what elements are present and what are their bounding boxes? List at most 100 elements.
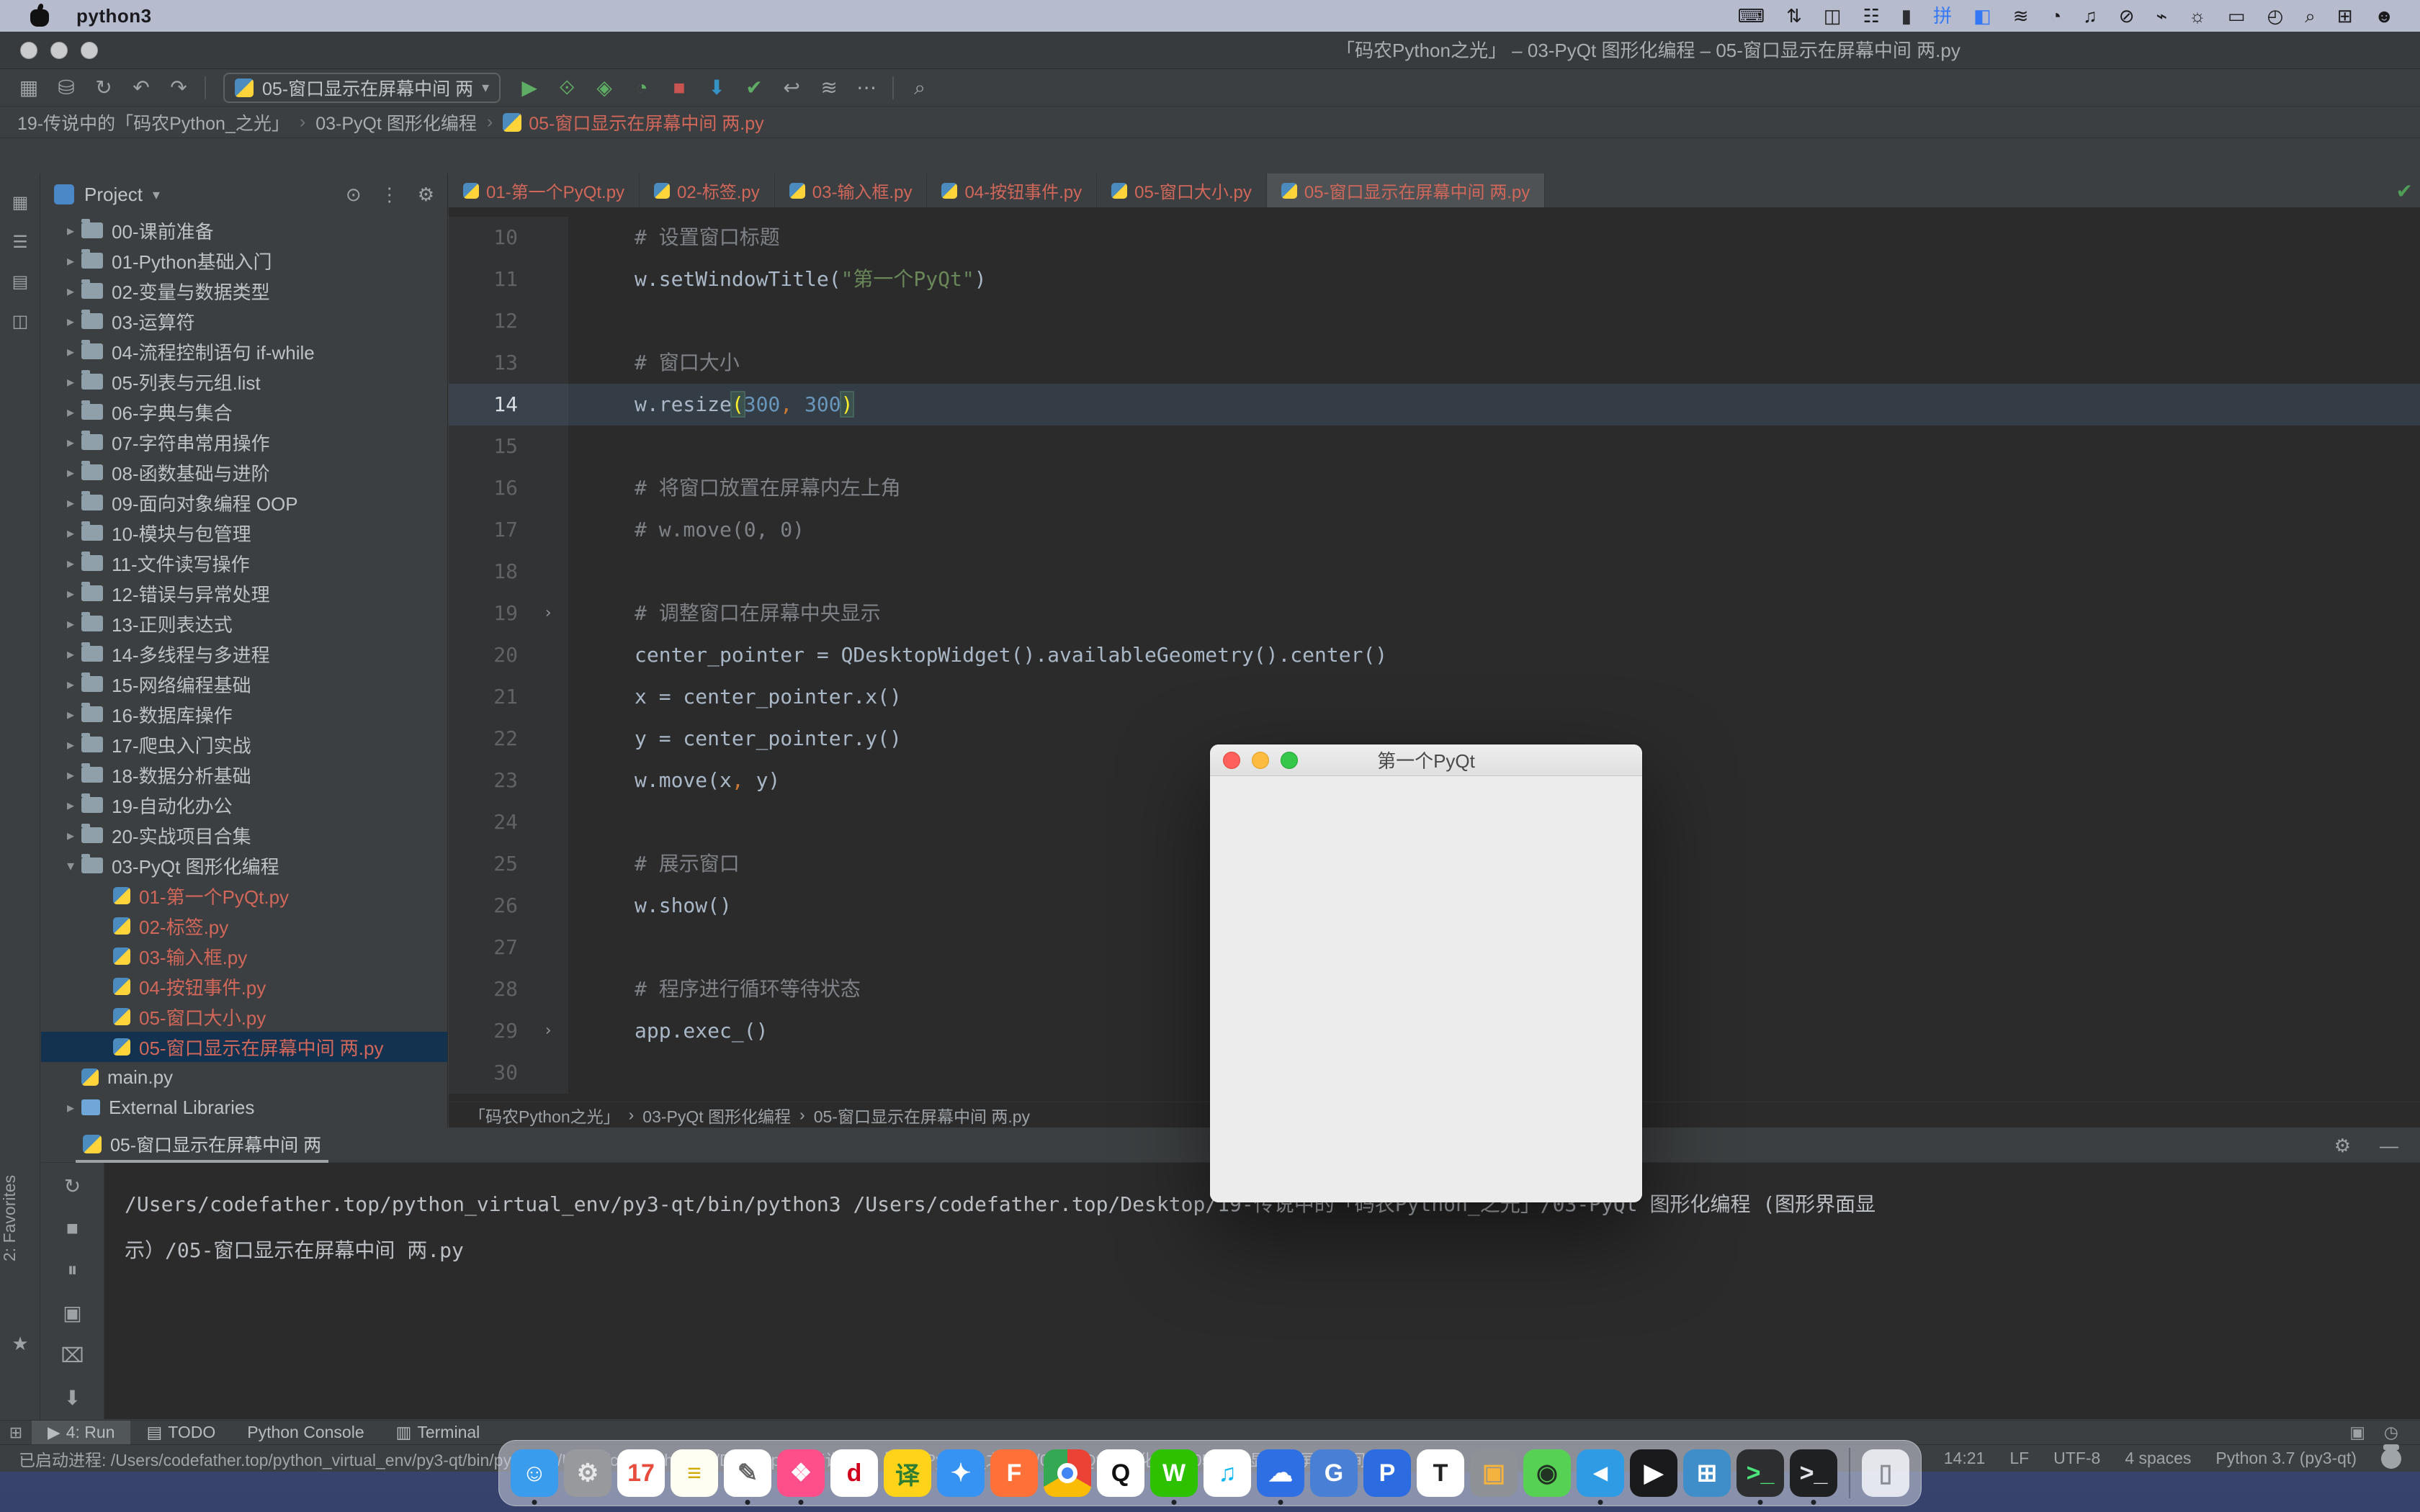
tree-item[interactable]: 04-按钮事件.py <box>41 971 447 1002</box>
dock-icon-utility-app[interactable]: ▣ <box>1470 1449 1518 1497</box>
stats-icon[interactable]: ≋ <box>2013 0 2029 32</box>
breadcrumb-segment[interactable]: 03-PyQt 图形化编程 <box>315 109 477 135</box>
run-tab[interactable]: 05-窗口显示在屏幕中间 两 <box>76 1128 328 1163</box>
breadcrumb-current-file[interactable]: 05-窗口显示在屏幕中间 两.py <box>503 109 763 135</box>
code-line[interactable]: 13# 窗口大小 <box>449 342 2420 384</box>
favorites-star-icon[interactable]: ★ <box>0 1333 40 1355</box>
tool-window-button[interactable]: Python Console <box>231 1421 380 1445</box>
tree-item[interactable]: ▸07-字符串常用操作 <box>41 427 447 457</box>
tree-item[interactable]: ▸10-模块与包管理 <box>41 518 447 548</box>
tree-item[interactable]: 05-窗口显示在屏幕中间 两.py <box>41 1032 447 1062</box>
code-line[interactable]: 15 <box>449 426 2420 467</box>
chevron-down-icon[interactable]: ▾ <box>153 186 160 204</box>
dock-icon-youdao-dict[interactable]: 译 <box>884 1449 931 1497</box>
dock-icon-vscode[interactable]: ◄ <box>1577 1449 1624 1497</box>
fold-marker[interactable]: › <box>528 1010 568 1052</box>
dock-icon-finder[interactable]: ☺ <box>511 1449 558 1497</box>
user-icon[interactable]: ☻ <box>2375 0 2394 32</box>
commit-button[interactable]: ✔ <box>735 70 773 106</box>
tree-item[interactable]: ▸09-面向对象编程 OOP <box>41 487 447 518</box>
tool-window-switcher-icon[interactable]: ⊞ <box>0 1423 32 1442</box>
display-icon[interactable]: ◫ <box>1824 0 1842 32</box>
tool-window-button[interactable]: ▤TODO <box>130 1421 231 1445</box>
update-project-button[interactable]: ⬇ <box>698 70 735 106</box>
tree-item[interactable]: ▸05-列表与元组.list <box>41 366 447 397</box>
breadcrumb-segment[interactable]: 19-传说中的「码农Python_之光」 <box>17 109 290 135</box>
favorites-tool-button[interactable]: 2: Favorites <box>0 1125 40 1312</box>
chevron-icon[interactable]: ▸ <box>60 645 81 663</box>
chevron-icon[interactable]: ▸ <box>60 796 81 814</box>
tree-item[interactable]: 01-第一个PyQt.py <box>41 881 447 911</box>
chevron-icon[interactable]: ▸ <box>60 222 81 240</box>
music-icon[interactable]: ♫ <box>2083 0 2097 32</box>
zoom-window-button[interactable] <box>81 42 98 59</box>
tree-item[interactable]: ▸External Libraries <box>41 1092 447 1122</box>
clock-icon[interactable]: ◴ <box>2267 0 2284 32</box>
inspection-ok-icon[interactable]: ✔ <box>2396 179 2413 203</box>
hide-panel-icon[interactable]: — <box>2380 1128 2398 1163</box>
bluetooth-icon[interactable]: ⌁ <box>2156 0 2168 32</box>
tool-window-button[interactable]: ▶4: Run <box>32 1421 130 1445</box>
battery-icon[interactable]: ▭ <box>2228 0 2246 32</box>
project-tool-icon[interactable]: ▦ <box>0 192 40 213</box>
structure-tool-icon[interactable]: ☰ <box>0 232 40 253</box>
tree-item[interactable]: 05-窗口大小.py <box>41 1002 447 1032</box>
sync-icon[interactable]: ⇅ <box>1786 0 1802 32</box>
rerun-icon[interactable]: ↻ <box>64 1174 81 1198</box>
control-center-icon[interactable]: ⊞ <box>2337 0 2353 32</box>
dock-icon-firefox[interactable]: F <box>990 1449 1038 1497</box>
search-icon[interactable]: ⌕ <box>2305 0 2316 32</box>
tree-item[interactable]: ▸18-数据分析基础 <box>41 760 447 790</box>
coverage-button[interactable]: ◈ <box>586 70 623 106</box>
code-line[interactable]: 14w.resize(300, 300) <box>449 384 2420 426</box>
code-line[interactable]: 11w.setWindowTitle("第一个PyQt") <box>449 258 2420 300</box>
recording-icon[interactable]: ▮ <box>1901 0 1912 32</box>
locate-file-icon[interactable]: ⊙ <box>346 184 362 206</box>
chevron-icon[interactable]: ▸ <box>60 675 81 693</box>
dock-icon-notes[interactable]: ≡ <box>671 1449 718 1497</box>
commit-tool-icon[interactable]: ◫ <box>0 311 40 332</box>
code-line[interactable]: 18 <box>449 551 2420 593</box>
dock-icon-chrome[interactable] <box>1044 1449 1091 1497</box>
dock-icon-qq[interactable]: Q <box>1097 1449 1144 1497</box>
cleaner-icon[interactable]: ◔ <box>2051 0 2062 32</box>
diff-button[interactable]: ≋ <box>810 70 848 106</box>
open-icon[interactable]: ▦ <box>10 70 48 106</box>
pyqt-titlebar[interactable]: 第一个PyQt <box>1210 744 1642 776</box>
tree-item[interactable]: ▸04-流程控制语句 if-while <box>41 336 447 366</box>
dock-icon-github-desktop[interactable]: G <box>1310 1449 1358 1497</box>
chevron-icon[interactable]: ▸ <box>60 524 81 542</box>
chevron-icon[interactable]: ▸ <box>60 464 81 482</box>
status-widget[interactable]: Python 3.7 (py3-qt) <box>2215 1449 2357 1468</box>
editor-tab[interactable]: 01-第一个PyQt.py <box>449 174 640 207</box>
status-widget[interactable]: LF <box>2009 1449 2029 1468</box>
breadcrumb-segment[interactable]: 03-PyQt 图形化编程 <box>642 1103 791 1128</box>
chevron-icon[interactable]: ▸ <box>60 403 81 421</box>
code-line[interactable]: 16# 将窗口放置在屏幕内左上角 <box>449 467 2420 509</box>
dock-icon-iina[interactable]: ▶ <box>1630 1449 1677 1497</box>
chevron-icon[interactable]: ▸ <box>60 252 81 270</box>
status-widget[interactable]: UTF-8 <box>2053 1449 2100 1468</box>
tree-item[interactable]: ▸12-错误与异常处理 <box>41 578 447 608</box>
clear-output-icon[interactable]: ⌧ <box>60 1344 84 1367</box>
dock-icon-terminal[interactable]: >_ <box>1736 1449 1784 1497</box>
event-log-icon[interactable]: ◷ <box>2384 1423 2398 1442</box>
dock-icon-trash[interactable]: ▯ <box>1862 1449 1909 1497</box>
editor-tab[interactable]: 04-按钮事件.py <box>927 174 1097 207</box>
editor-tab[interactable]: 05-窗口显示在屏幕中间 两.py <box>1267 174 1545 207</box>
chevron-icon[interactable]: ▸ <box>60 343 81 361</box>
editor-tab[interactable]: 02-标签.py <box>640 174 775 207</box>
chevron-icon[interactable]: ▸ <box>60 282 81 300</box>
dock-icon-calendar[interactable]: 17 <box>617 1449 665 1497</box>
apple-menu-icon[interactable] <box>30 5 49 27</box>
status-widget[interactable]: 4 spaces <box>2125 1449 2191 1468</box>
tree-item[interactable]: ▸16-数据库操作 <box>41 699 447 729</box>
tree-item[interactable]: ▸11-文件读写操作 <box>41 548 447 578</box>
run-button[interactable]: ▶ <box>511 70 548 106</box>
chevron-icon[interactable]: ▸ <box>60 766 81 784</box>
dock-icon-baidu-netdisk[interactable]: ☁ <box>1257 1449 1304 1497</box>
run-settings-gear-icon[interactable]: ⚙ <box>2334 1128 2351 1163</box>
fold-marker[interactable]: › <box>528 593 568 634</box>
pause-output-icon[interactable]: ⏸ <box>67 1259 77 1282</box>
dock-icon-capture-app[interactable]: ◉ <box>1523 1449 1571 1497</box>
